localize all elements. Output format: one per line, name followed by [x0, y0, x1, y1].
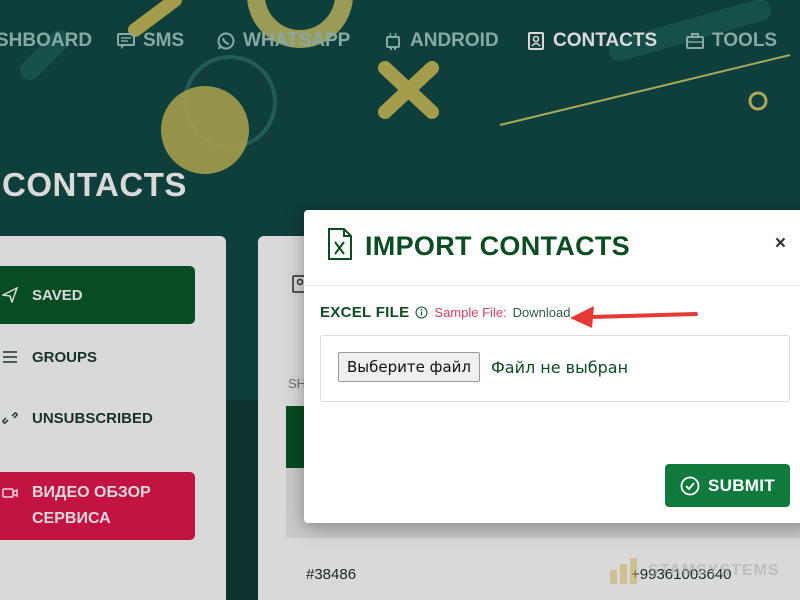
- choose-file-button[interactable]: Выберите файл: [338, 352, 480, 382]
- red-arrow-annotation: [570, 306, 698, 328]
- watermark-logo-icon: [610, 558, 637, 584]
- watermark-text: STAMSYSTEMS: [648, 562, 780, 579]
- info-icon[interactable]: [415, 306, 428, 319]
- file-input-container: Выберите файл Файл не выбран: [320, 335, 790, 402]
- excel-file-label: EXCEL FILE: [320, 304, 410, 321]
- close-icon[interactable]: ×: [775, 233, 786, 255]
- excel-file-icon: [328, 228, 352, 260]
- modal-title: IMPORT CONTACTS: [365, 231, 630, 261]
- excel-file-field-label-row: EXCEL FILE Sample File: Download: [320, 304, 570, 321]
- submit-label: SUBMIT: [708, 475, 775, 495]
- submit-button[interactable]: SUBMIT: [665, 464, 790, 507]
- modal-header: IMPORT CONTACTS ×: [304, 210, 800, 286]
- sample-file-label: Sample File:: [434, 305, 507, 320]
- file-status-text: Файл не выбран: [491, 358, 629, 377]
- import-contacts-modal: IMPORT CONTACTS × EXCEL FILE Sample File…: [304, 210, 800, 523]
- download-sample-link[interactable]: Download: [513, 305, 571, 320]
- check-circle-icon: [680, 476, 700, 495]
- watermark: STAMSYSTEMS: [608, 556, 780, 586]
